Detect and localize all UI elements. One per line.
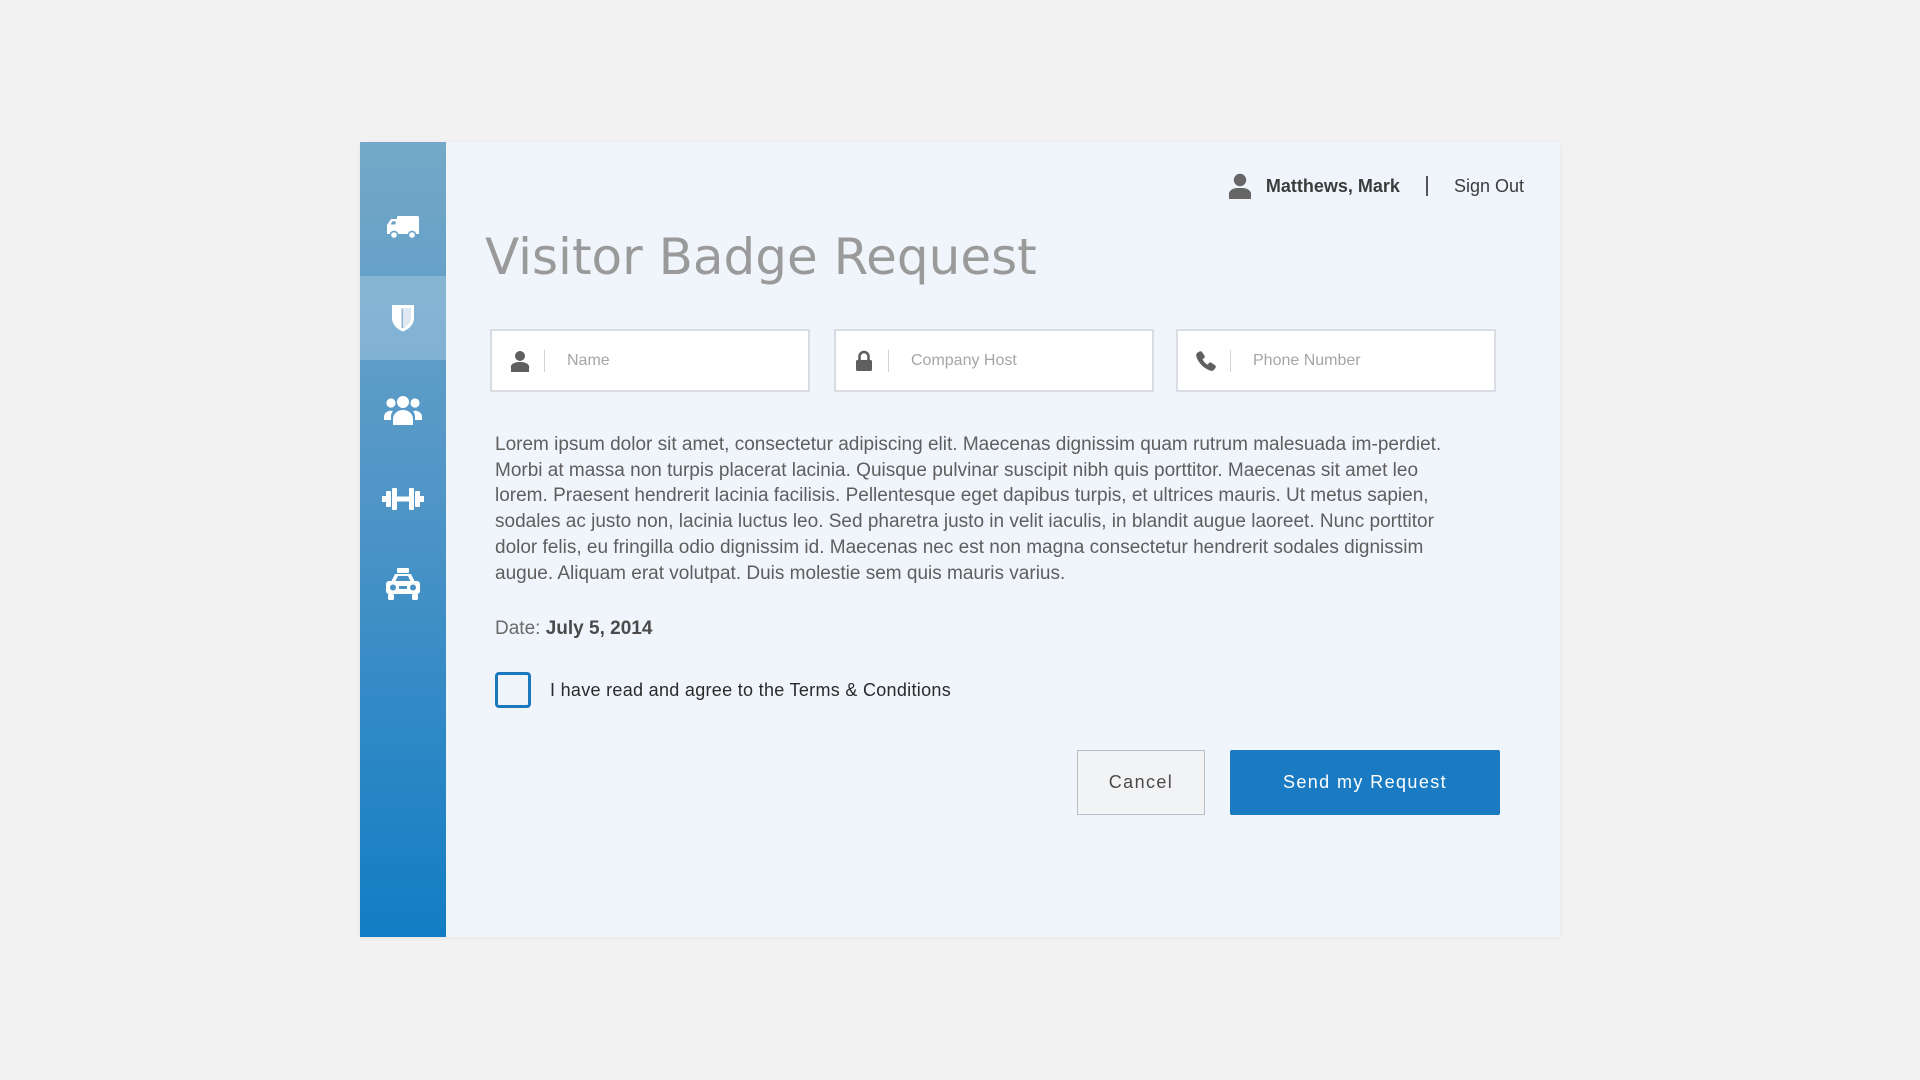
field-divider — [1230, 349, 1231, 372]
sidebar-item-fitness[interactable] — [360, 457, 446, 541]
user-name: Matthews, Mark — [1265, 175, 1400, 196]
send-request-button[interactable]: Send my Request — [1230, 750, 1500, 815]
sidebar-item-security[interactable] — [360, 276, 446, 360]
car-icon — [384, 568, 422, 602]
person-icon — [496, 350, 544, 372]
shield-icon — [390, 303, 416, 333]
sidebar-item-visitors[interactable] — [360, 367, 446, 451]
user-icon — [1228, 173, 1252, 199]
lock-icon — [840, 350, 888, 372]
cancel-button[interactable]: Cancel — [1077, 750, 1205, 815]
field-divider — [888, 349, 889, 372]
terms-checkbox-label[interactable]: I have read and agree to the Terms & Con… — [550, 680, 951, 701]
date-label: Date: — [495, 618, 541, 639]
truck-icon — [386, 214, 420, 240]
field-divider — [544, 349, 545, 372]
phone-field[interactable] — [1176, 329, 1496, 392]
divider — [1425, 176, 1428, 196]
badge-request-card: Matthews, Mark Sign Out Visitor Badge Re… — [360, 142, 1560, 937]
sidebar — [360, 142, 446, 937]
date-line: Date: July 5, 2014 — [495, 618, 652, 640]
name-input[interactable] — [565, 350, 789, 371]
sidebar-item-delivery[interactable] — [360, 185, 446, 269]
company-host-input[interactable] — [909, 350, 1133, 371]
name-field[interactable] — [490, 329, 810, 392]
terms-body-text: Lorem ipsum dolor sit amet, consectetur … — [495, 434, 1442, 584]
user-bar: Matthews, Mark Sign Out — [1228, 171, 1524, 201]
sidebar-item-transport[interactable] — [360, 543, 446, 627]
sign-out-link[interactable]: Sign Out — [1454, 176, 1524, 197]
phone-icon — [1182, 350, 1230, 372]
phone-input[interactable] — [1251, 350, 1475, 371]
page-title: Visitor Badge Request — [485, 228, 1037, 286]
dumbbell-icon — [382, 487, 424, 511]
terms-checkbox[interactable] — [495, 672, 531, 708]
group-icon — [384, 393, 422, 425]
company-host-field[interactable] — [834, 329, 1154, 392]
date-value: July 5, 2014 — [545, 618, 653, 639]
